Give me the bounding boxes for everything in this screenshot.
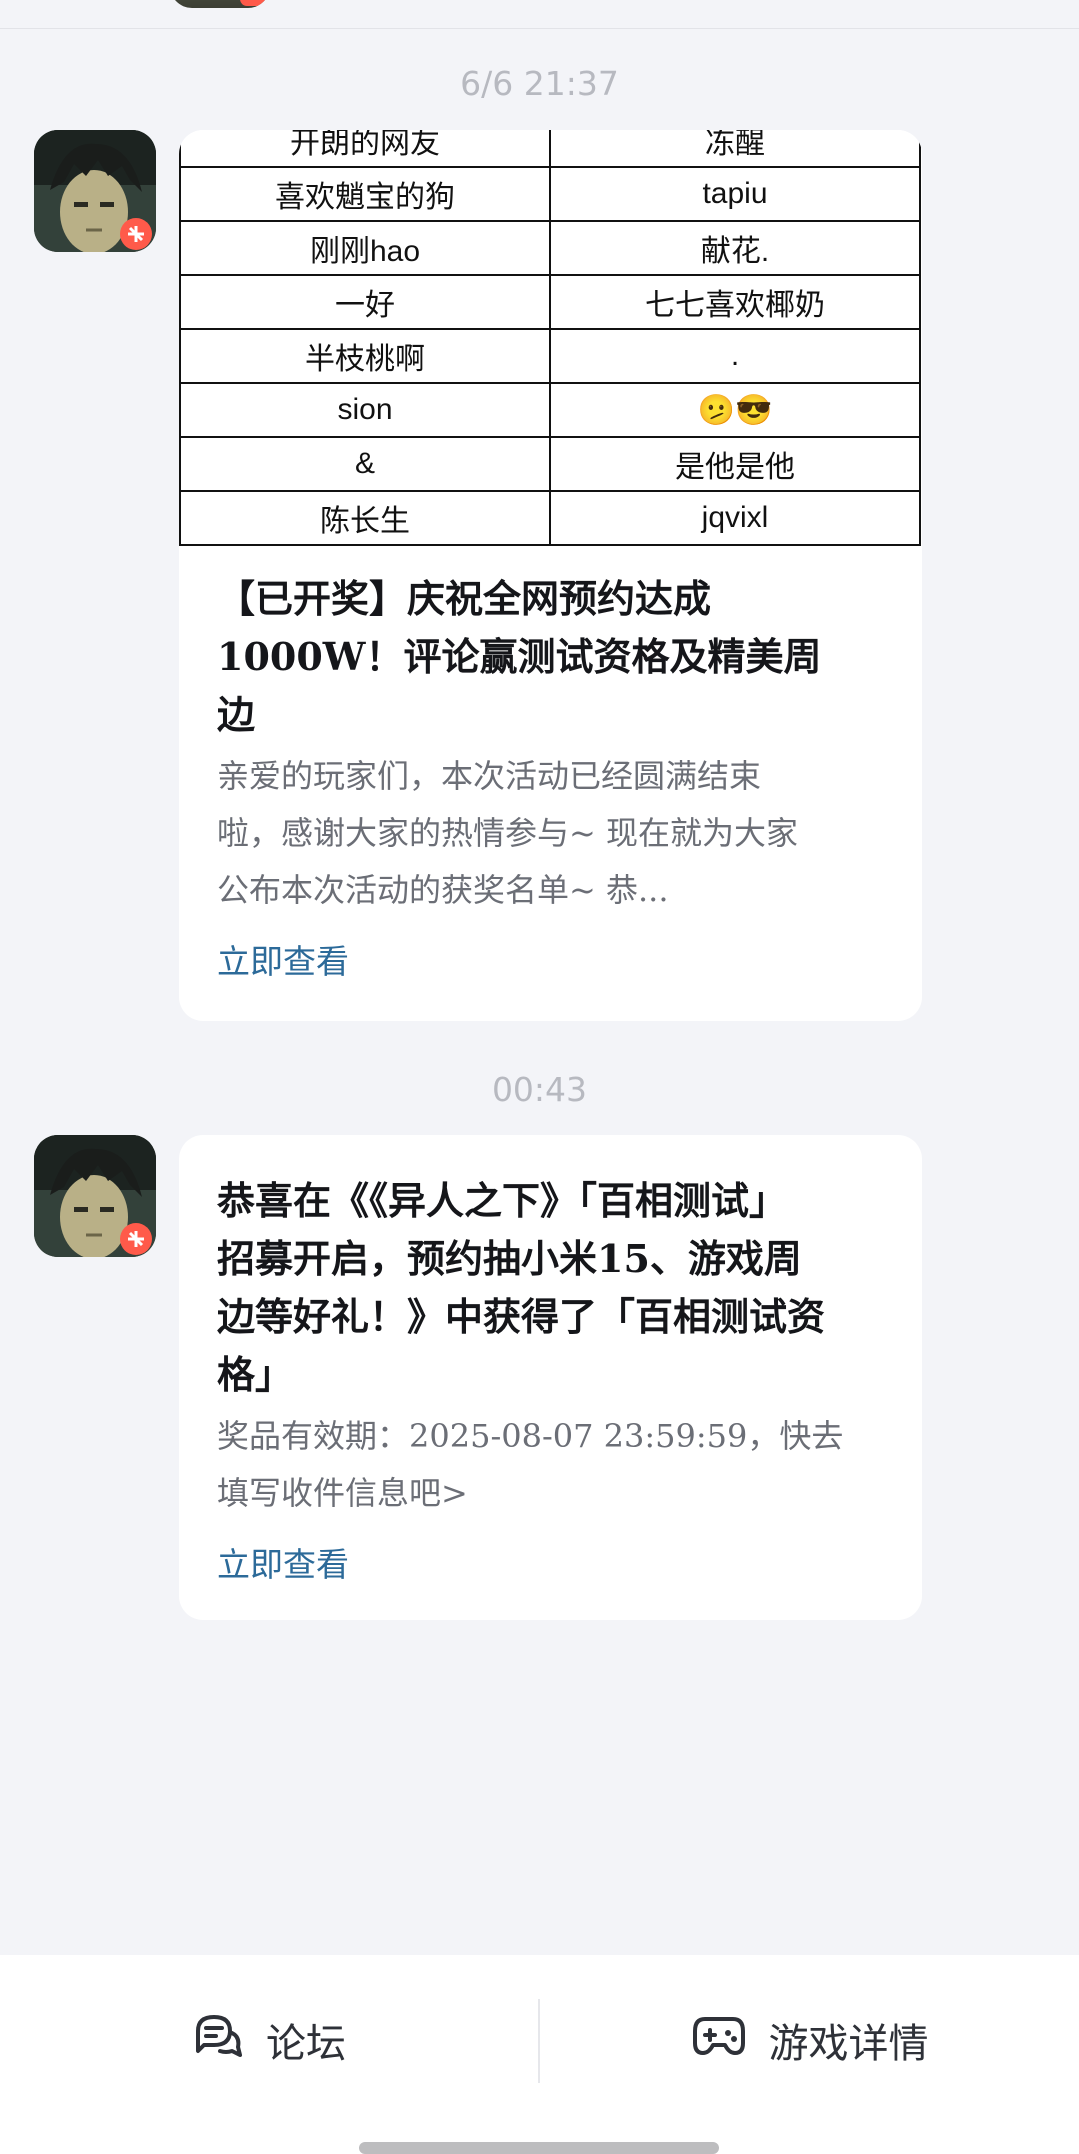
- table-cell: 开朗的网友: [179, 130, 551, 168]
- table-cell: 一好: [179, 274, 551, 330]
- title-line: 格」: [217, 1352, 294, 1397]
- gamepad-icon: [691, 2013, 747, 2067]
- table-row: 陈长生 jqvixl: [179, 490, 921, 546]
- table-row: sion 🫤😎: [179, 382, 921, 438]
- table-row: & 是他是他: [179, 436, 921, 492]
- avatar[interactable]: [170, 0, 270, 8]
- avatar[interactable]: [34, 130, 156, 252]
- game-details-label: 游戏详情: [768, 2021, 929, 2067]
- announcement-card[interactable]: 开朗的网友 冻醒 喜欢魈宝的狗 tapiu 刚刚hao 献花. 一好 七七喜欢椰奶 半枝桃啊. s…: [179, 130, 922, 1021]
- game-details-button[interactable]: 游戏详情: [540, 1955, 1079, 2125]
- previous-message-strip: [0, 0, 1079, 29]
- message-timestamp: 00:43: [491, 1070, 588, 1109]
- desc-line: 亲爱的玩家们，本次活动已经圆满结束: [217, 757, 762, 795]
- table-row: 喜欢魈宝的狗 tapiu: [179, 166, 921, 222]
- table-cell: 是他是他: [549, 436, 921, 492]
- view-now-link[interactable]: 立即查看: [217, 935, 349, 983]
- table-row: 刚刚hao 献花.: [179, 220, 921, 276]
- table-cell: tapiu: [549, 166, 921, 222]
- title-line: 边: [217, 692, 256, 737]
- announcement-title: 【已开奖】庆祝全网预约达成 1000W！评论赢测试资格及精美周 边: [217, 570, 886, 744]
- bottom-nav: 论坛 游戏详情: [0, 1955, 1079, 2154]
- home-indicator[interactable]: [359, 2142, 719, 2154]
- table-cell: 🫤😎: [549, 382, 921, 438]
- table-cell: sion: [179, 382, 551, 438]
- table-cell: 半枝桃啊: [179, 328, 551, 384]
- table-cell: 献花.: [549, 220, 921, 276]
- chat-bubble-icon: [192, 2011, 244, 2069]
- winners-table-image: 开朗的网友 冻醒 喜欢魈宝的狗 tapiu 刚刚hao 献花. 一好 七七喜欢椰奶 半枝桃啊. s…: [179, 130, 922, 548]
- table-row: 一好 七七喜欢椰奶: [179, 274, 921, 330]
- table-row: 半枝桃啊.: [179, 328, 921, 384]
- table-cell: .: [549, 328, 921, 384]
- table-cell: jqvixl: [549, 490, 921, 546]
- title-line: 1000W！评论赢测试资格及精美周: [217, 634, 822, 679]
- table-cell: &: [179, 436, 551, 492]
- message-timestamp: 6/6 21:37: [460, 64, 619, 103]
- desc-line: 奖品有效期：2025-08-07 23:59:59，快去: [217, 1417, 844, 1455]
- table-cell: 喜欢魈宝的狗: [179, 166, 551, 222]
- desc-line: 啦，感谢大家的热情参与~ 现在就为大家: [217, 814, 798, 852]
- title-line: 边等好礼！》中获得了「百相测试资: [217, 1294, 826, 1339]
- desc-line: 填写收件信息吧>: [217, 1474, 468, 1512]
- forum-label: 论坛: [266, 2021, 346, 2067]
- prize-notice-title: 恭喜在《《异人之下》「百相测试」 招募开启，预约抽小米15、游戏周 边等好礼！》…: [217, 1172, 886, 1404]
- avatar[interactable]: [34, 1135, 156, 1257]
- table-cell: 冻醒: [549, 130, 921, 168]
- announcement-description: 亲爱的玩家们，本次活动已经圆满结束 啦，感谢大家的热情参与~ 现在就为大家 公布…: [217, 748, 886, 919]
- view-now-link[interactable]: 立即查看: [217, 1538, 349, 1586]
- prize-notice-card[interactable]: 恭喜在《《异人之下》「百相测试」 招募开启，预约抽小米15、游戏周 边等好礼！》…: [179, 1135, 922, 1620]
- table-row: 开朗的网友 冻醒: [179, 130, 921, 168]
- table-cell: 七七喜欢椰奶: [549, 274, 921, 330]
- forum-button[interactable]: 论坛: [0, 1955, 538, 2125]
- title-line: 招募开启，预约抽小米15、游戏周: [217, 1236, 802, 1281]
- title-line: 【已开奖】庆祝全网预约达成: [217, 576, 712, 621]
- table-cell: 陈长生: [179, 490, 551, 546]
- prize-notice-description: 奖品有效期：2025-08-07 23:59:59，快去 填写收件信息吧>: [217, 1408, 886, 1522]
- desc-line: 公布本次活动的获奖名单~ 恭...: [217, 871, 669, 909]
- table-cell: 刚刚hao: [179, 220, 551, 276]
- title-line: 恭喜在《《异人之下》「百相测试」: [217, 1178, 788, 1223]
